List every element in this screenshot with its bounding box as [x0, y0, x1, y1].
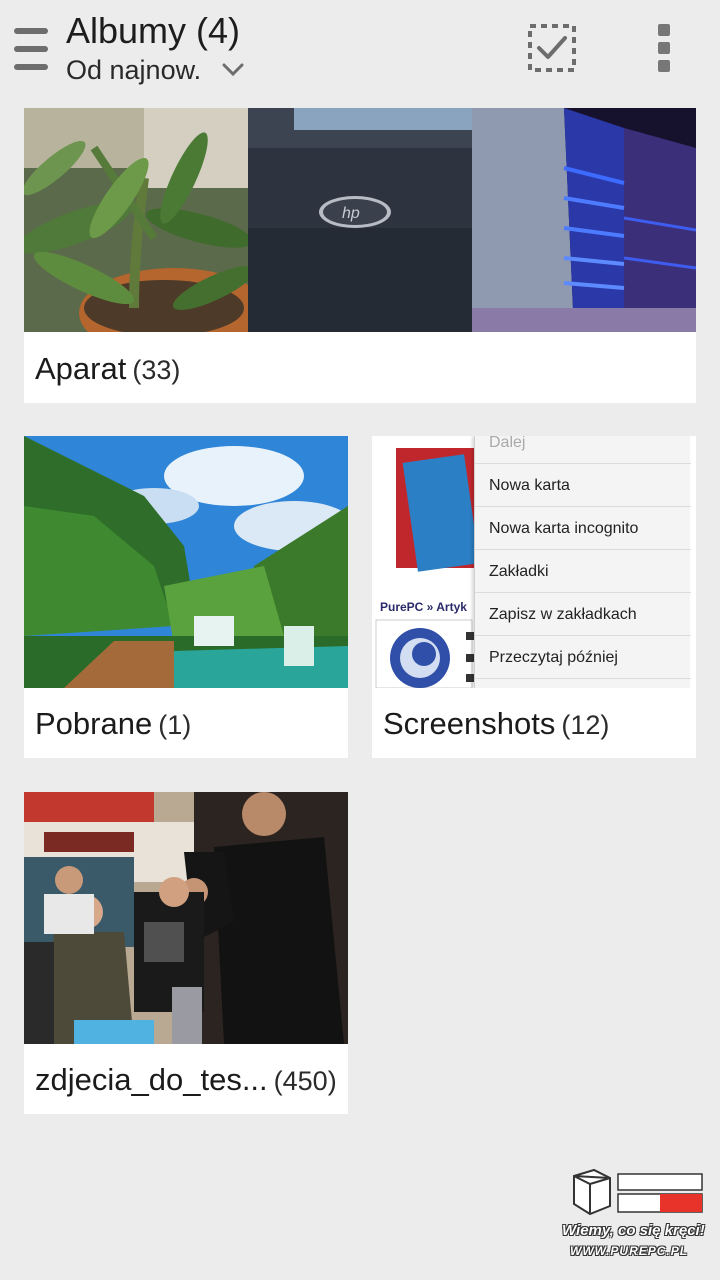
album-name: Aparat [35, 351, 127, 386]
album-card-pobrane[interactable]: Pobrane (1) [24, 436, 348, 758]
gallery-albums-screen: Albumy (4) Od najnow. hp Aparat (33) Pob… [0, 0, 720, 1280]
preview-menu-item: Zapisz w zakładkach [475, 593, 691, 636]
sort-dropdown[interactable]: Od najnow. [66, 54, 245, 86]
preview-menu-item: Zakładki [475, 550, 691, 593]
hamburger-menu-icon[interactable] [10, 22, 54, 76]
album-card-zdjecia-do-testow[interactable]: zdjecia_do_tes... (450) [24, 792, 348, 1114]
album-thumbnail [24, 436, 348, 688]
svg-text:hp: hp [342, 205, 360, 222]
preview-browser-menu: Dalej Nowa karta Nowa karta incognito Za… [474, 436, 691, 688]
album-card-screenshots[interactable]: PurePC » Artyk Dalej Nowa karta Nowa kar… [372, 436, 696, 758]
album-thumbnail: PurePC » Artyk Dalej Nowa karta Nowa kar… [372, 436, 696, 688]
select-all-checkbox-icon[interactable] [526, 22, 578, 74]
preview-site-text: PurePC » Artyk [380, 600, 467, 614]
preview-menu-item: Dalej [475, 436, 691, 464]
preview-menu-item: Przeczytaj później [475, 636, 691, 679]
preview-menu-item: Nowa karta incognito [475, 507, 691, 550]
album-card-aparat[interactable]: hp Aparat (33) [24, 108, 696, 403]
watermark-tagline: Wiemy, co się kręci! [562, 1222, 705, 1239]
album-label: zdjecia_do_tes... (450) [35, 1062, 342, 1098]
chevron-down-icon [222, 63, 244, 77]
album-thumbnail [24, 792, 348, 1044]
purepc-logo [573, 1168, 703, 1216]
album-count: (33) [132, 355, 181, 385]
album-name: Pobrane [35, 706, 153, 741]
album-name: zdjecia_do_tes... [35, 1062, 268, 1097]
more-vertical-icon[interactable] [650, 22, 678, 74]
preview-menu-item: Nowa karta [475, 464, 691, 507]
album-count: (1) [158, 710, 192, 740]
album-thumbnail-collage: hp [24, 108, 696, 332]
album-count: (450) [273, 1066, 337, 1096]
purepc-watermark: Wiemy, co się kręci! WWW.PUREPC.PL [560, 1166, 710, 1264]
album-name: Screenshots [383, 706, 556, 741]
album-label: Screenshots (12) [383, 706, 690, 742]
watermark-url: WWW.PUREPC.PL [570, 1244, 689, 1258]
app-bar: Albumy (4) Od najnow. [0, 0, 720, 100]
page-title: Albumy (4) [66, 10, 241, 51]
album-label: Aparat (33) [35, 351, 690, 387]
album-label: Pobrane (1) [35, 706, 342, 742]
album-count: (12) [561, 710, 610, 740]
sort-label: Od najnow. [66, 54, 202, 85]
